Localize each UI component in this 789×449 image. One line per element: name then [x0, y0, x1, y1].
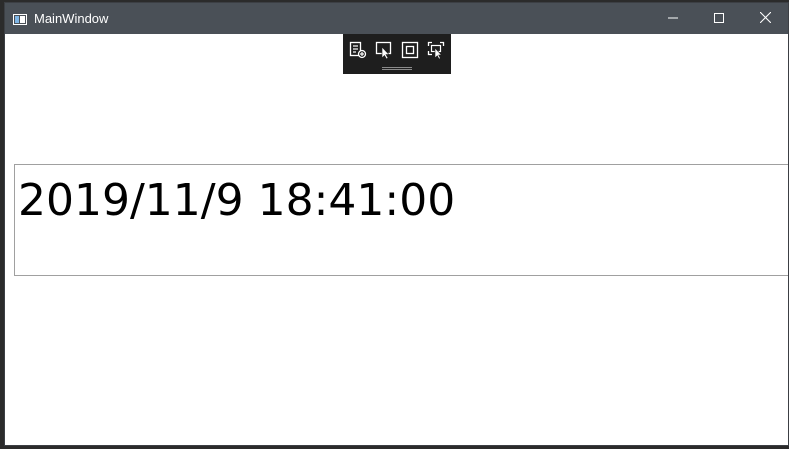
main-window: MainWindow 2019/11/9 18:41:00: [4, 2, 789, 446]
live-visual-tree-icon: [349, 41, 367, 64]
xaml-debug-toolbar: [343, 34, 451, 74]
maximize-button[interactable]: [696, 3, 742, 34]
window-title: MainWindow: [34, 11, 109, 26]
maximize-icon: [714, 10, 724, 28]
toolbar-grip[interactable]: [382, 67, 412, 70]
datetime-value: 2019/11/9 18:41:00: [18, 175, 456, 226]
title-bar[interactable]: MainWindow: [5, 3, 788, 34]
select-element-icon: [375, 41, 393, 64]
track-focused-element-button[interactable]: [426, 41, 446, 64]
display-layout-adorners-button[interactable]: [400, 41, 420, 64]
live-visual-tree-button[interactable]: [348, 41, 368, 64]
track-focused-element-icon: [427, 41, 445, 64]
datetime-textbox[interactable]: 2019/11/9 18:41:00: [14, 164, 788, 276]
app-window-icon: [13, 12, 27, 25]
select-element-button[interactable]: [374, 41, 394, 64]
minimize-icon: [668, 10, 678, 28]
display-layout-adorners-icon: [401, 41, 419, 64]
close-button[interactable]: [742, 3, 788, 34]
minimize-button[interactable]: [650, 3, 696, 34]
close-icon: [759, 10, 771, 28]
